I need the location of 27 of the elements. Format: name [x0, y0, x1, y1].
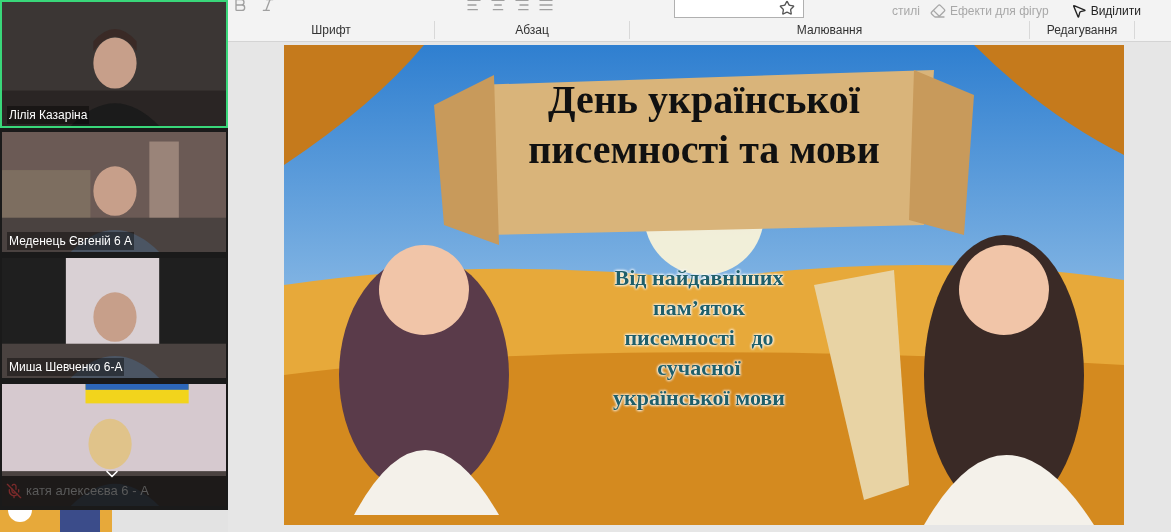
align-right-icon[interactable]: [514, 0, 530, 13]
bold-icon[interactable]: [232, 0, 248, 13]
slide-title: писемності та мови: [528, 126, 880, 174]
ribbon-button[interactable]: Виділити: [1070, 2, 1141, 20]
align-center-icon[interactable]: [490, 0, 506, 13]
video-tile[interactable]: Лілія Казаріна: [0, 0, 228, 128]
slide-subtitle: української мови: [613, 384, 785, 412]
video-tile[interactable]: Миша Шевченко 6-А: [0, 256, 228, 380]
align-left-icon[interactable]: [466, 0, 482, 13]
align-justify-icon[interactable]: [538, 0, 554, 13]
slide-subtitle: сучасної: [657, 354, 741, 382]
slide-title: День української: [548, 76, 860, 124]
shapes-gallery[interactable]: [674, 0, 804, 18]
participant-name: Миша Шевченко 6-А: [7, 358, 125, 376]
eraser-icon: [929, 3, 946, 19]
group-label: Малювання: [796, 22, 863, 39]
participant-name: катя алексеєва 6 - А: [26, 482, 149, 501]
group-label: Редагування: [1046, 22, 1118, 39]
cursor-icon: [1070, 3, 1087, 19]
group-label: Абзац: [515, 22, 549, 39]
star-icon: [779, 0, 795, 16]
group-label: Шрифт: [311, 22, 351, 39]
participant-name: Лілія Казаріна: [7, 106, 90, 124]
slide-subtitle: писемності до: [624, 324, 774, 352]
participant-name: Меденець Євгеній 6 А: [7, 232, 135, 250]
video-tile[interactable]: Меденець Євгеній 6 А: [0, 130, 228, 254]
slide-subtitle: пам’яток: [652, 294, 746, 322]
